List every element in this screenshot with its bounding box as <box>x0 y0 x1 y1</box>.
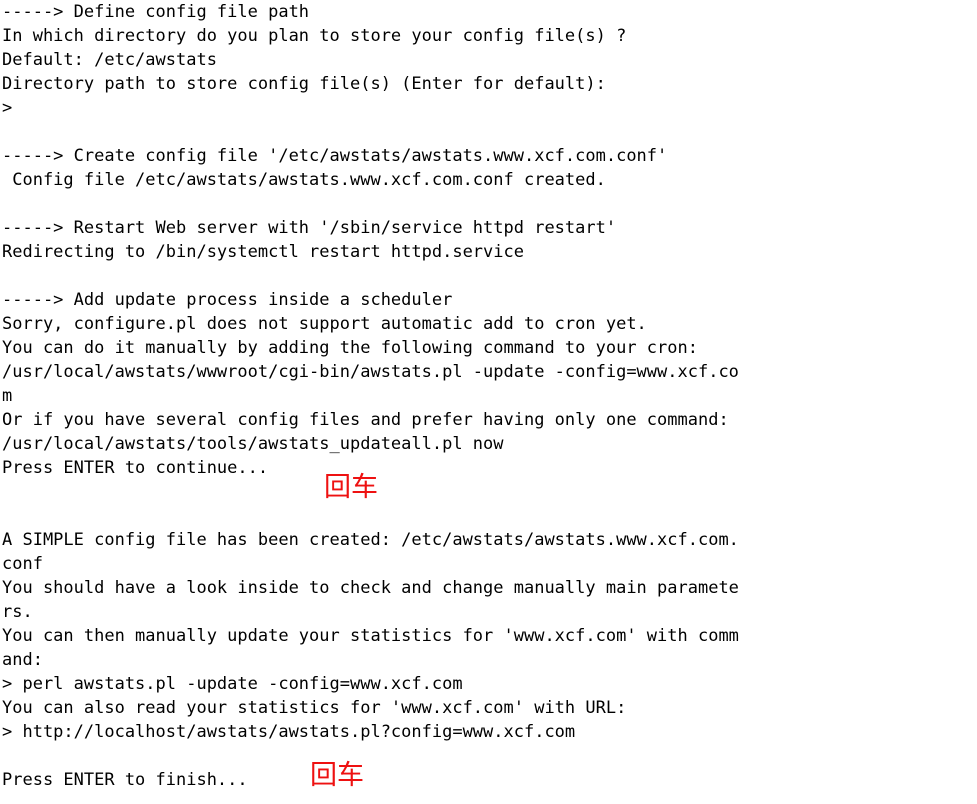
terminal-line: m <box>2 386 13 406</box>
terminal-line: rs. <box>2 602 33 622</box>
terminal-line: > <box>2 98 13 118</box>
terminal-line: A SIMPLE config file has been created: /… <box>2 530 739 550</box>
terminal-line: -----> Define config file path <box>2 2 310 22</box>
terminal-line: /usr/local/awstats/wwwroot/cgi-bin/awsta… <box>2 362 739 382</box>
terminal-line: In which directory do you plan to store … <box>2 26 627 46</box>
terminal-line: and: <box>2 650 43 670</box>
terminal-line: Press ENTER to continue... <box>2 458 269 478</box>
terminal-line: You can then manually update your statis… <box>2 626 739 646</box>
terminal-line: /usr/local/awstats/tools/awstats_updatea… <box>2 434 504 454</box>
terminal-line: Redirecting to /bin/systemctl restart ht… <box>2 242 524 262</box>
terminal-line: You can also read your statistics for 'w… <box>2 698 627 718</box>
terminal-line: Press ENTER to finish... <box>2 770 248 790</box>
terminal-output-pane[interactable]: -----> Define config file path In which d… <box>0 0 977 804</box>
terminal-line: conf <box>2 554 43 574</box>
terminal-line: -----> Restart Web server with '/sbin/se… <box>2 218 617 238</box>
terminal-line: -----> Add update process inside a sched… <box>2 290 453 310</box>
terminal-line: Sorry, configure.pl does not support aut… <box>2 314 647 334</box>
terminal-line: -----> Create config file '/etc/awstats/… <box>2 146 668 166</box>
terminal-line: You can do it manually by adding the fol… <box>2 338 698 358</box>
terminal-line: You should have a look inside to check a… <box>2 578 739 598</box>
terminal-line: Or if you have several config files and … <box>2 410 729 430</box>
terminal-line: Default: /etc/awstats <box>2 50 217 70</box>
terminal-line: > http://localhost/awstats/awstats.pl?co… <box>2 722 576 742</box>
terminal-line: Config file /etc/awstats/awstats.www.xcf… <box>2 170 606 190</box>
annotation-press-enter: 回车 <box>324 472 378 503</box>
terminal-line: > perl awstats.pl -update -config=www.xc… <box>2 674 463 694</box>
annotation-press-enter: 回车 <box>310 760 364 791</box>
terminal-line: Directory path to store config file(s) (… <box>2 74 606 94</box>
